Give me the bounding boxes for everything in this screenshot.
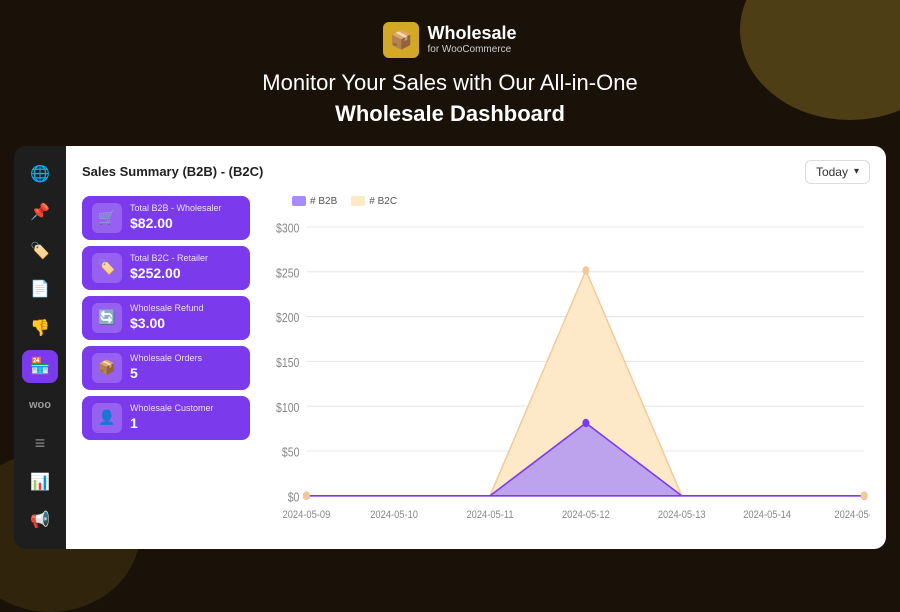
stat-card-refund: 🔄 Wholesale Refund $3.00 xyxy=(82,296,250,340)
sidebar-icon-tag[interactable]: 🏷️ xyxy=(22,235,58,268)
stat-label-b2b: Total B2B - Wholesaler xyxy=(130,203,222,214)
logo-text: Wholesale for WooCommerce xyxy=(427,24,516,56)
svg-text:$50: $50 xyxy=(282,445,300,459)
legend-label-b2b: # B2B xyxy=(310,196,337,207)
dashboard-panel: Sales Summary (B2B) - (B2C) Today ▾ 🛒 To… xyxy=(66,146,886,549)
stat-card-b2c: 🏷️ Total B2C - Retailer $252.00 xyxy=(82,246,250,290)
svg-text:$300: $300 xyxy=(276,221,299,235)
stat-label-b2c: Total B2C - Retailer xyxy=(130,253,208,264)
stat-card-customer: 👤 Wholesale Customer 1 xyxy=(82,396,250,440)
svg-text:2024-05-13: 2024-05-13 xyxy=(658,509,706,521)
stat-card-b2b: 🛒 Total B2B - Wholesaler $82.00 xyxy=(82,196,250,240)
chart-svg: $300 $250 $200 $150 $100 $50 $0 2024-05-… xyxy=(262,213,870,535)
page-header: 📦 Wholesale for WooCommerce Monitor Your… xyxy=(0,0,900,146)
stat-icon-b2b: 🛒 xyxy=(92,203,122,233)
panel-body: 🛒 Total B2B - Wholesaler $82.00 🏷️ Total… xyxy=(82,196,870,535)
sidebar-icon-pin[interactable]: 📌 xyxy=(22,196,58,229)
chevron-down-icon: ▾ xyxy=(854,166,859,177)
logo-icon: 📦 xyxy=(383,22,419,58)
legend-label-b2c: # B2C xyxy=(369,196,397,207)
svg-text:2024-05-14: 2024-05-14 xyxy=(743,509,791,521)
chart-dot-b2c-peak xyxy=(582,266,589,274)
svg-text:$150: $150 xyxy=(276,356,299,370)
panel-title: Sales Summary (B2B) - (B2C) xyxy=(82,164,263,179)
stat-label-customer: Wholesale Customer xyxy=(130,403,214,414)
svg-text:$100: $100 xyxy=(276,401,299,415)
date-dropdown-label: Today xyxy=(816,165,848,179)
chart-b2b-area xyxy=(306,423,864,496)
chart-dot-b2b-peak xyxy=(582,418,589,426)
logo-emoji: 📦 xyxy=(390,30,412,51)
stat-label-refund: Wholesale Refund xyxy=(130,303,204,314)
sidebar-icon-chart[interactable]: 📊 xyxy=(22,466,58,499)
stat-icon-b2c: 🏷️ xyxy=(92,253,122,283)
chart-dot-b2c-1 xyxy=(303,491,310,499)
chart-svg-container: $300 $250 $200 $150 $100 $50 $0 2024-05-… xyxy=(262,213,870,535)
date-dropdown[interactable]: Today ▾ xyxy=(805,160,870,184)
stat-label-orders: Wholesale Orders xyxy=(130,353,202,364)
svg-text:2024-05-12: 2024-05-12 xyxy=(562,509,610,521)
legend-b2c: # B2C xyxy=(351,196,397,207)
svg-text:2024-05-11: 2024-05-11 xyxy=(466,509,513,521)
logo-area: 📦 Wholesale for WooCommerce xyxy=(0,22,900,58)
legend-swatch-b2c xyxy=(351,196,365,206)
logo-title: Wholesale xyxy=(427,24,516,44)
stat-value-b2c: $252.00 xyxy=(130,264,208,282)
svg-text:$0: $0 xyxy=(288,490,300,504)
panel-header: Sales Summary (B2B) - (B2C) Today ▾ xyxy=(82,160,870,184)
stat-icon-customer: 👤 xyxy=(92,403,122,433)
chart-area: # B2B # B2C xyxy=(262,196,870,535)
sidebar-icon-globe[interactable]: 🌐 xyxy=(22,158,58,191)
sidebar-icon-list[interactable]: ≡ xyxy=(22,427,58,460)
stat-value-customer: 1 xyxy=(130,414,214,432)
sidebar-icon-layers[interactable]: 📄 xyxy=(22,273,58,306)
stat-icon-orders: 📦 xyxy=(92,353,122,383)
stat-value-b2b: $82.00 xyxy=(130,214,222,232)
chart-legend: # B2B # B2C xyxy=(262,196,870,207)
chart-dot-b2c-end xyxy=(861,491,868,499)
main-heading: Monitor Your Sales with Our All-in-One W… xyxy=(0,68,900,130)
svg-text:2024-05-09: 2024-05-09 xyxy=(283,509,331,521)
sidebar-icon-thumb[interactable]: 👎 xyxy=(22,312,58,345)
legend-b2b: # B2B xyxy=(292,196,337,207)
logo-subtitle: for WooCommerce xyxy=(427,44,511,56)
stat-value-refund: $3.00 xyxy=(130,314,204,332)
svg-text:2024-05-10: 2024-05-10 xyxy=(370,509,418,521)
legend-swatch-b2b xyxy=(292,196,306,206)
content-area: 🌐 📌 🏷️ 📄 👎 🏪 woo ≡ 📊 📢 Sales Summary (B2… xyxy=(0,146,900,563)
stat-icon-refund: 🔄 xyxy=(92,303,122,333)
stats-column: 🛒 Total B2B - Wholesaler $82.00 🏷️ Total… xyxy=(82,196,250,535)
sidebar-icon-woo[interactable]: woo xyxy=(22,389,58,422)
sidebar-icon-store[interactable]: 🏪 xyxy=(22,350,58,383)
sidebar: 🌐 📌 🏷️ 📄 👎 🏪 woo ≡ 📊 📢 xyxy=(14,146,66,549)
svg-text:2024-05-15: 2024-05-15 xyxy=(834,509,870,521)
stat-value-orders: 5 xyxy=(130,364,202,382)
svg-text:$250: $250 xyxy=(276,266,299,280)
svg-text:$200: $200 xyxy=(276,311,299,325)
sidebar-icon-speaker[interactable]: 📢 xyxy=(22,504,58,537)
stat-card-orders: 📦 Wholesale Orders 5 xyxy=(82,346,250,390)
